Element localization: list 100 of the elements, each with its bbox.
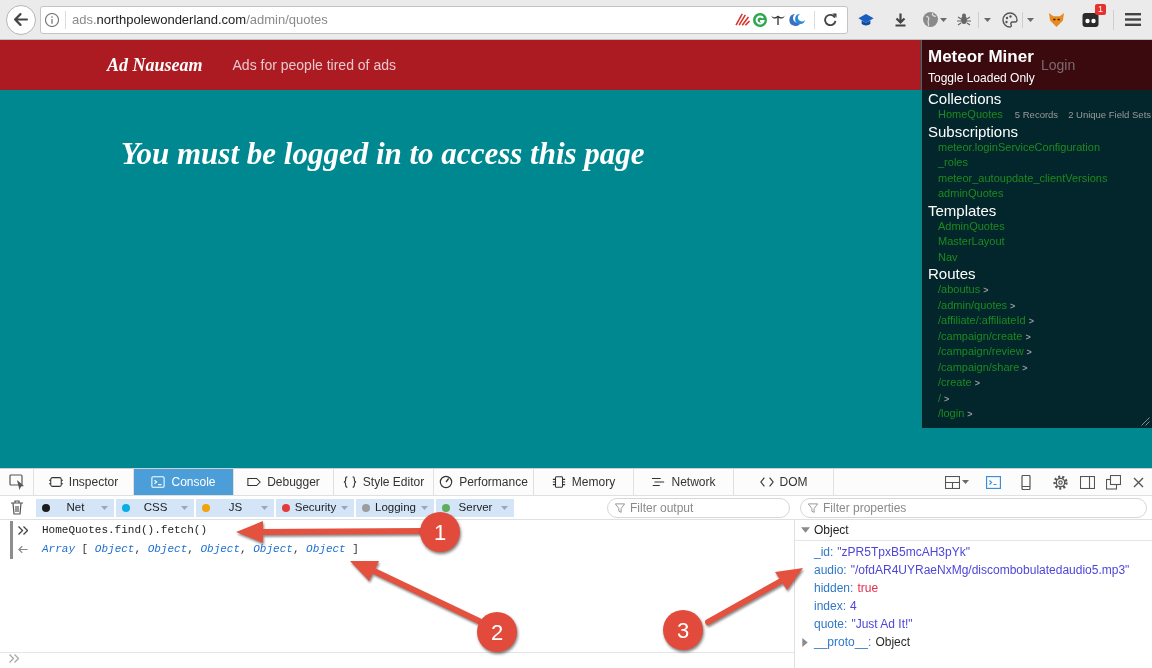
tag-icon[interactable]: [247, 475, 262, 489]
route-caret[interactable]: >: [1025, 329, 1031, 345]
phone-icon[interactable]: [1021, 474, 1031, 490]
braces-icon[interactable]: [342, 475, 357, 489]
windows-icon[interactable]: [1106, 474, 1121, 490]
subscription-link[interactable]: meteor_autoupdate_clientVersions: [938, 170, 1108, 186]
caret-icon[interactable]: [940, 17, 947, 22]
devtools-tab[interactable]: Debugger: [234, 469, 334, 495]
site-tagline: Ads for people tired of ads: [232, 55, 396, 75]
address-bar[interactable]: ads.northpolewonderland.com/admin/quotes: [40, 5, 848, 34]
filter-toggle-button[interactable]: Server: [436, 498, 514, 517]
template-link[interactable]: Nav: [938, 249, 958, 265]
subscription-link[interactable]: meteor.loginServiceConfiguration: [938, 139, 1101, 155]
route-link[interactable]: /campaign/share: [938, 359, 1020, 375]
resize-grip-icon[interactable]: [1141, 417, 1150, 426]
console-result[interactable]: Array [ Object, Object, Object, Object, Object ]: [42, 541, 359, 558]
field-set-count: 2 Unique Field Sets: [1068, 108, 1152, 122]
route-caret[interactable]: >: [974, 376, 980, 392]
template-link[interactable]: MasterLayout: [938, 234, 1005, 250]
route-link[interactable]: /: [938, 390, 942, 406]
property-value: "zPR5TpxB5mcAH3pYk": [837, 544, 970, 561]
caret-icon[interactable]: [962, 480, 969, 484]
route-caret[interactable]: >: [1022, 360, 1028, 376]
site-logo[interactable]: Ad Nauseam: [107, 51, 203, 79]
section-heading: Collections: [928, 90, 1002, 107]
devtools-tab[interactable]: Performance: [434, 469, 534, 495]
code-brackets-icon[interactable]: [759, 475, 774, 489]
object-node-label[interactable]: Object: [814, 521, 849, 539]
property-value: "Just Ad It!": [851, 616, 913, 633]
route-caret[interactable]: >: [967, 407, 973, 423]
trash-icon[interactable]: [10, 500, 24, 515]
filter-toggle-button[interactable]: JS: [196, 498, 274, 517]
subscription-link[interactable]: adminQuotes: [938, 186, 1004, 202]
caret-icon[interactable]: [1027, 17, 1034, 22]
reload-icon[interactable]: [824, 13, 837, 26]
element-picker-icon[interactable]: [8, 474, 25, 490]
return-arrow-icon: [18, 545, 28, 554]
back-button[interactable]: [6, 4, 36, 35]
back-arrow-icon: [14, 13, 28, 26]
route-link[interactable]: /aboutus: [938, 282, 981, 298]
route-link[interactable]: /admin/quotes: [938, 297, 1008, 313]
route-link[interactable]: /login: [938, 406, 965, 422]
route-link[interactable]: /campaign/create: [938, 328, 1023, 344]
property-key: hidden:: [814, 579, 854, 597]
route-caret[interactable]: >: [1028, 314, 1034, 330]
globe-icon[interactable]: [923, 12, 938, 27]
property-key: _id:: [814, 543, 834, 561]
filter-toggle-button[interactable]: Security: [276, 498, 354, 517]
login-link[interactable]: Login: [1041, 57, 1076, 73]
property-value: true: [857, 580, 879, 597]
filter-output-field[interactable]: Filter output: [607, 497, 790, 518]
gauge-icon[interactable]: [439, 475, 454, 489]
bug-icon[interactable]: [957, 13, 971, 26]
console-command: HomeQuotes.find().fetch(): [42, 523, 208, 539]
filter-properties-field[interactable]: Filter properties: [800, 497, 1147, 518]
route-link[interactable]: /campaign/review: [938, 344, 1024, 360]
menu-icon[interactable]: [1125, 13, 1141, 26]
chip-icon[interactable]: [551, 475, 566, 489]
palette-icon[interactable]: [1002, 11, 1018, 28]
layout-icon[interactable]: [945, 475, 960, 489]
stripes-icon[interactable]: [735, 13, 750, 26]
triangle-down-icon[interactable]: [801, 527, 810, 533]
route-caret[interactable]: >: [983, 283, 989, 299]
extension-icon[interactable]: [1082, 12, 1099, 27]
url-text[interactable]: ads.northpolewonderland.com/admin/quotes: [72, 9, 328, 30]
filter-toggle-button[interactable]: CSS: [116, 498, 194, 517]
toggle-loaded-button[interactable]: Toggle Loaded Only: [928, 71, 1035, 85]
route-caret[interactable]: >: [944, 391, 950, 407]
info-icon[interactable]: [45, 12, 59, 27]
devtools-tab[interactable]: Style Editor: [334, 469, 434, 495]
filter-icon: [808, 502, 818, 514]
graduation-cap-icon[interactable]: [858, 13, 874, 26]
collection-link[interactable]: HomeQuotes: [938, 107, 1003, 123]
prompt-chevron-icon: [18, 526, 28, 535]
route-link[interactable]: /create: [938, 375, 972, 391]
devtools-tab[interactable]: Network: [634, 469, 734, 495]
devtools-tab[interactable]: DOM: [734, 469, 834, 495]
lines-icon[interactable]: [651, 475, 666, 489]
subscription-link[interactable]: _roles: [938, 155, 968, 171]
close-icon[interactable]: [1133, 476, 1144, 488]
settings-icon[interactable]: [1053, 474, 1068, 490]
notification-badge: 1: [1095, 4, 1106, 15]
route-caret[interactable]: >: [1010, 298, 1016, 314]
filter-icon: [615, 502, 625, 514]
crescent-icon[interactable]: [789, 12, 805, 27]
filter-toggle-button[interactable]: Net: [36, 498, 114, 517]
triangle-right-icon[interactable]: [802, 637, 808, 647]
template-link[interactable]: AdminQuotes: [938, 218, 1005, 234]
mustache-icon[interactable]: [770, 14, 786, 25]
box-icon[interactable]: [48, 475, 63, 489]
fox-icon[interactable]: [1049, 12, 1064, 27]
route-link[interactable]: /affiliate/:affiliateId: [938, 313, 1026, 329]
split-console-icon[interactable]: [986, 475, 1001, 489]
route-caret[interactable]: >: [1026, 345, 1032, 361]
filter-toggle-button[interactable]: Logging: [356, 498, 434, 517]
devtools-tab[interactable]: Memory: [534, 469, 634, 495]
download-icon[interactable]: [895, 12, 906, 27]
caret-icon[interactable]: [984, 17, 991, 22]
section-heading: Routes: [928, 265, 976, 282]
sidebar-icon[interactable]: [1080, 475, 1095, 489]
